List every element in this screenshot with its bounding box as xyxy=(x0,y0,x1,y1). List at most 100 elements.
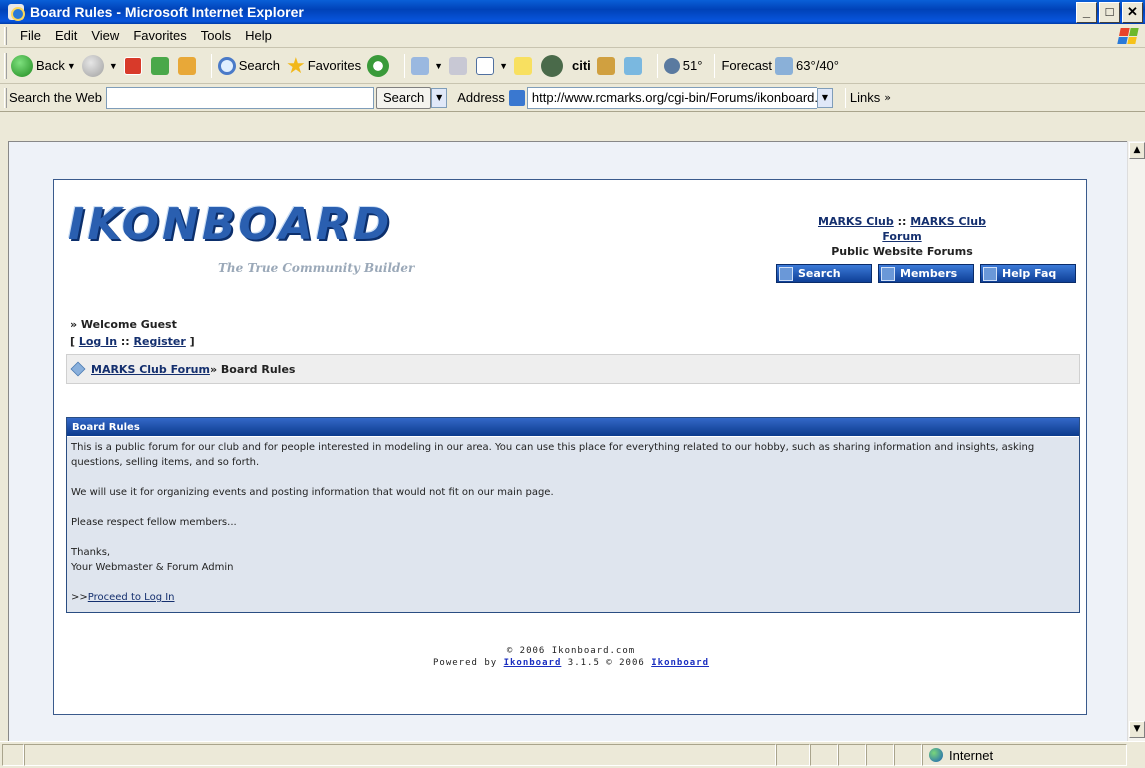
links-button[interactable]: Links xyxy=(850,90,880,105)
menu-file[interactable]: File xyxy=(13,28,48,43)
address-toolbar: Search the Web Search ▼ Address http://w… xyxy=(0,84,1145,112)
register-link[interactable]: Register xyxy=(134,335,186,348)
magnifier-icon xyxy=(779,266,793,281)
ie-app-icon[interactable] xyxy=(8,4,25,21)
status-cell xyxy=(866,744,894,766)
print-button[interactable] xyxy=(449,56,470,75)
board-rules-title: Board Rules xyxy=(67,418,1079,437)
links-separator xyxy=(844,87,846,108)
club-link[interactable]: MARKS Club xyxy=(818,215,894,228)
welcome-box: » Welcome Guest [ Log In :: Register ] xyxy=(70,318,195,348)
back-arrow-icon xyxy=(11,54,33,77)
status-text xyxy=(24,744,776,766)
minimize-button[interactable]: _ xyxy=(1076,1,1097,23)
ikonboard-logo[interactable]: IKONBOARD xyxy=(68,202,443,247)
forward-button[interactable]: ▼ xyxy=(81,54,118,77)
zone-label: Internet xyxy=(949,747,994,763)
addressbar-grip[interactable] xyxy=(4,87,7,108)
refresh-button[interactable] xyxy=(150,56,172,75)
footer-vendor-link[interactable]: Ikonboard xyxy=(651,658,709,668)
home-button[interactable] xyxy=(177,56,199,75)
footer-powered-prefix: Powered by xyxy=(432,658,504,668)
search-icon xyxy=(217,56,236,75)
breadcrumb-diamond-icon xyxy=(70,361,86,377)
nav-members-label: Members xyxy=(900,267,958,280)
search-web-label: Search the Web xyxy=(9,90,102,105)
menu-tools[interactable]: Tools xyxy=(194,28,238,43)
forward-dropdown-icon[interactable]: ▼ xyxy=(109,61,118,71)
forecast-label: Forecast xyxy=(721,58,773,73)
forward-arrow-icon xyxy=(81,54,104,77)
maximize-button[interactable]: □ xyxy=(1099,1,1120,23)
status-zone[interactable]: Internet xyxy=(922,744,1127,766)
back-button[interactable]: Back ▼ xyxy=(11,54,76,77)
messenger-button[interactable] xyxy=(541,54,566,77)
weather-temp: 51° xyxy=(682,58,703,73)
scroll-down-icon[interactable]: ▼ xyxy=(1129,721,1145,738)
stop-icon xyxy=(123,56,142,75)
history-button[interactable] xyxy=(367,54,392,77)
weather-button[interactable]: 51° xyxy=(663,57,703,74)
citi-icon: citi xyxy=(572,58,591,73)
rules-paragraph-3: Please respect fellow members... xyxy=(71,517,237,528)
nav-search-button[interactable]: Search xyxy=(776,264,872,283)
rules-signature: Your Webmaster & Forum Admin xyxy=(71,562,234,573)
status-cell xyxy=(810,744,838,766)
back-dropdown-icon[interactable]: ▼ xyxy=(67,61,76,71)
search-button[interactable]: Search xyxy=(217,56,280,75)
citi-button[interactable]: citi xyxy=(572,58,591,73)
search-web-button[interactable]: Search xyxy=(375,86,432,109)
word-icon xyxy=(476,56,495,75)
forecast-button[interactable]: Forecast 63°/40° xyxy=(721,56,839,75)
forum-header-links: MARKS Club :: MARKS Club Forum Public We… xyxy=(812,214,992,259)
welcome-text: » Welcome Guest xyxy=(70,318,177,331)
ie-page-icon xyxy=(508,89,525,106)
chevron-right-icon[interactable]: » xyxy=(884,91,891,104)
menu-view[interactable]: View xyxy=(84,28,126,43)
scroll-up-icon[interactable]: ▲ xyxy=(1129,142,1145,159)
toolbar-separator xyxy=(210,53,212,78)
proceed-login-link[interactable]: Proceed to Log In xyxy=(88,592,175,603)
menubar-grip[interactable] xyxy=(4,26,7,45)
page-footer: © 2006 Ikonboard.com Powered by Ikonboar… xyxy=(54,645,1088,669)
close-button[interactable]: ✕ xyxy=(1122,1,1143,23)
favorites-label: Favorites xyxy=(307,58,362,73)
mail-button[interactable]: ▼ xyxy=(411,56,443,75)
menu-help[interactable]: Help xyxy=(238,28,279,43)
proceed-prefix: >> xyxy=(71,592,88,603)
address-input[interactable]: http://www.rcmarks.org/cgi-bin/Forums/ik… xyxy=(526,86,817,109)
note-button[interactable] xyxy=(514,56,535,75)
nav-members-button[interactable]: Members xyxy=(878,264,974,283)
star-icon: ★ xyxy=(285,52,306,78)
breadcrumb-current: » Board Rules xyxy=(209,362,296,376)
address-label: Address xyxy=(457,90,505,105)
logo-tagline: The True Community Builder xyxy=(218,261,415,275)
breadcrumb-forum-link[interactable]: MARKS Club Forum xyxy=(91,363,210,376)
research-button[interactable] xyxy=(596,56,618,75)
search-web-input[interactable] xyxy=(105,86,374,109)
rules-closing: Thanks, Your Webmaster & Forum Admin xyxy=(71,545,1075,575)
status-cell xyxy=(776,744,810,766)
search-dropdown-icon[interactable]: ▼ xyxy=(431,87,448,108)
refresh-icon xyxy=(150,56,169,75)
mail-dropdown-icon[interactable]: ▼ xyxy=(434,61,443,71)
nav-help-button[interactable]: Help Faq xyxy=(980,264,1076,283)
toolbar-separator xyxy=(714,53,716,78)
window-titlebar[interactable]: Board Rules - Microsoft Internet Explore… xyxy=(0,0,1145,24)
mail-icon xyxy=(411,56,430,75)
footer-ikonboard-link[interactable]: Ikonboard xyxy=(504,658,562,668)
stop-button[interactable] xyxy=(123,56,145,75)
edit-button[interactable]: ▼ xyxy=(476,56,508,75)
cloud-icon xyxy=(775,56,794,75)
address-dropdown-icon[interactable]: ▼ xyxy=(816,87,833,108)
edit-dropdown-icon[interactable]: ▼ xyxy=(499,61,508,71)
favorites-button[interactable]: ★ Favorites xyxy=(286,53,361,79)
menu-favorites[interactable]: Favorites xyxy=(126,28,193,43)
toolbar-grip[interactable] xyxy=(4,52,7,79)
people-button[interactable] xyxy=(623,56,645,75)
status-cell xyxy=(894,744,922,766)
vertical-scrollbar[interactable]: ▲ ▼ xyxy=(1127,141,1145,741)
login-link[interactable]: Log In xyxy=(79,335,117,348)
header-separator: :: xyxy=(893,215,911,228)
menu-edit[interactable]: Edit xyxy=(48,28,84,43)
